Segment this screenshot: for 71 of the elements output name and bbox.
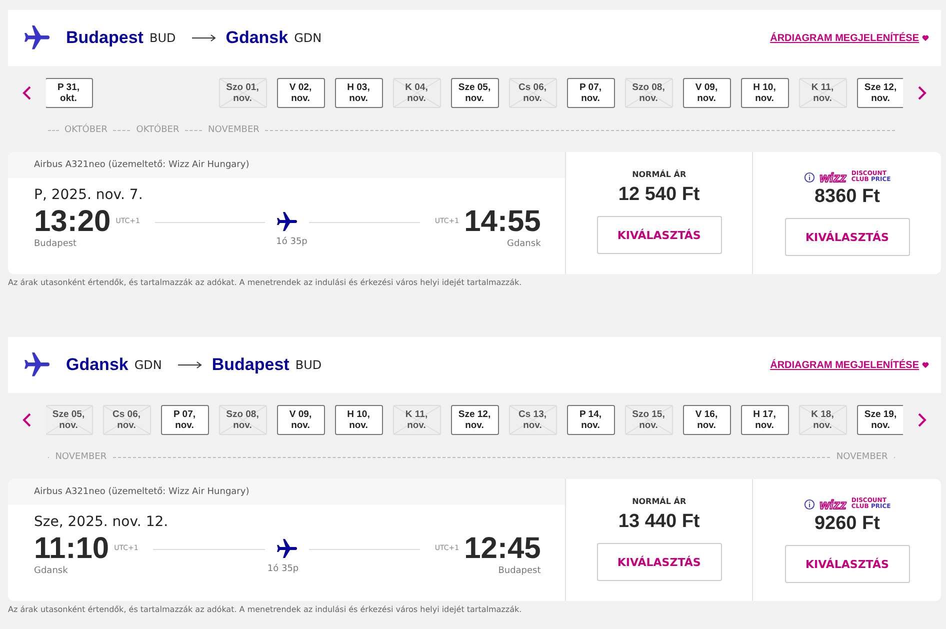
club-price: 8360 Ft [814,186,880,208]
price-note: Az árak utasonként értendők, és tartalmazzák az adókat. A menetrendek az indulási és érkezési város helyi idejét tartalmazzák. [8,278,523,287]
aircraft-info: Airbus A321neo (üzemeltető: Wizz Air Hungary) [8,152,565,178]
date-button[interactable]: Sze 12, nov. [856,78,903,108]
select-button[interactable]: KIVÁLASZTÁS [596,543,722,581]
destination-city: Gdansk [226,28,288,48]
origin-code: GDN [134,358,162,372]
date-button[interactable]: H 03, nov. [334,78,382,108]
date-button[interactable]: V 09, nov. [276,405,324,435]
heart-icon [922,34,929,40]
fare-price: 13 440 Ft [618,511,700,533]
date-button[interactable]: P 07, nov. [160,405,208,435]
arrow-icon [178,361,202,369]
origin-city: Gdansk [66,355,128,375]
departure-city: Gdansk [34,566,68,576]
month-label: NOVEMBER [55,452,107,462]
info-icon[interactable] [804,172,815,182]
flight-duration: 1ó 35p [276,237,308,247]
date-button[interactable]: H 17, nov. [740,405,788,435]
chevron-left-icon [22,413,32,427]
destination-city: Budapest [212,355,290,375]
club-price: 9260 Ft [814,513,880,535]
arrival-time: 14:55 [464,205,541,239]
date-button[interactable]: Sze 12, nov. [450,405,498,435]
origin-code: BUD [149,31,176,45]
info-icon[interactable] [804,498,815,510]
date-button[interactable]: P 07, nov. [566,78,614,108]
price-note: Az árak utasonként értendők, és tartalmazzák az adókat. A menetrendek az indulási és érkezési város helyi idejét tartalmazzák. [8,605,523,614]
date-button[interactable]: V 09, nov. [682,78,730,108]
flight-date: Sze, 2025. nov. 12. [34,514,170,530]
heart-icon [922,362,929,368]
month-label: NOVEMBER [836,452,888,462]
origin-city: Budapest [66,28,144,48]
date-button[interactable]: V 02, nov. [276,78,324,108]
departure-time: 11:10 [34,532,110,566]
select-button[interactable]: KIVÁLASZTÁS [596,216,722,254]
aircraft-info: Airbus A321neo (üzemeltető: Wizz Air Hungary) [8,479,565,505]
flight-date: P, 2025. nov. 7. [34,187,144,203]
fare-label: NORMÁL ÁR [632,170,686,181]
fare-price: 12 540 Ft [618,184,700,206]
plane-icon [275,210,300,234]
date-button[interactable]: H 10, nov. [740,78,788,108]
arrow-icon [192,34,216,42]
date-button[interactable]: P 31, okt. [46,78,92,108]
date-button[interactable]: H 10, nov. [334,405,382,435]
arrival-city: Gdansk [506,239,541,249]
brand-logo: wizz [820,170,846,184]
date-button[interactable]: P 14, nov. [566,405,614,435]
departure-time: 13:20 [34,205,111,239]
price-chart-link[interactable]: ÁRDIAGRAM MEGJELENÍTÉSE [770,32,929,44]
chevron-right-icon [917,86,927,100]
date-button[interactable]: V 16, nov. [682,405,730,435]
chevron-right-icon [917,413,927,427]
departure-city: Budapest [34,239,77,249]
destination-code: GDN [294,31,322,45]
price-chart-link[interactable]: ÁRDIAGRAM MEGJELENÍTÉSE [770,360,929,370]
arrival-city: Budapest [498,566,541,576]
destination-code: BUD [295,358,322,372]
flight-duration: 1ó 35p [267,564,299,574]
month-label: OKTÓBER [64,125,108,135]
date-button[interactable]: Sze 05, nov. [450,78,498,108]
date-button[interactable]: Sze 19, nov. [856,405,903,435]
month-label: OKTÓBER [136,125,180,135]
brand-logo: wizz [820,498,846,510]
plane-icon [274,537,299,561]
arrival-time: 12:45 [464,532,541,566]
fare-label: NORMÁL ÁR [632,497,686,508]
month-label: NOVEMBER [208,125,260,135]
chevron-left-icon [22,86,32,100]
select-button[interactable]: KIVÁLASZTÁS [784,218,910,256]
select-button[interactable]: KIVÁLASZTÁS [784,545,910,583]
